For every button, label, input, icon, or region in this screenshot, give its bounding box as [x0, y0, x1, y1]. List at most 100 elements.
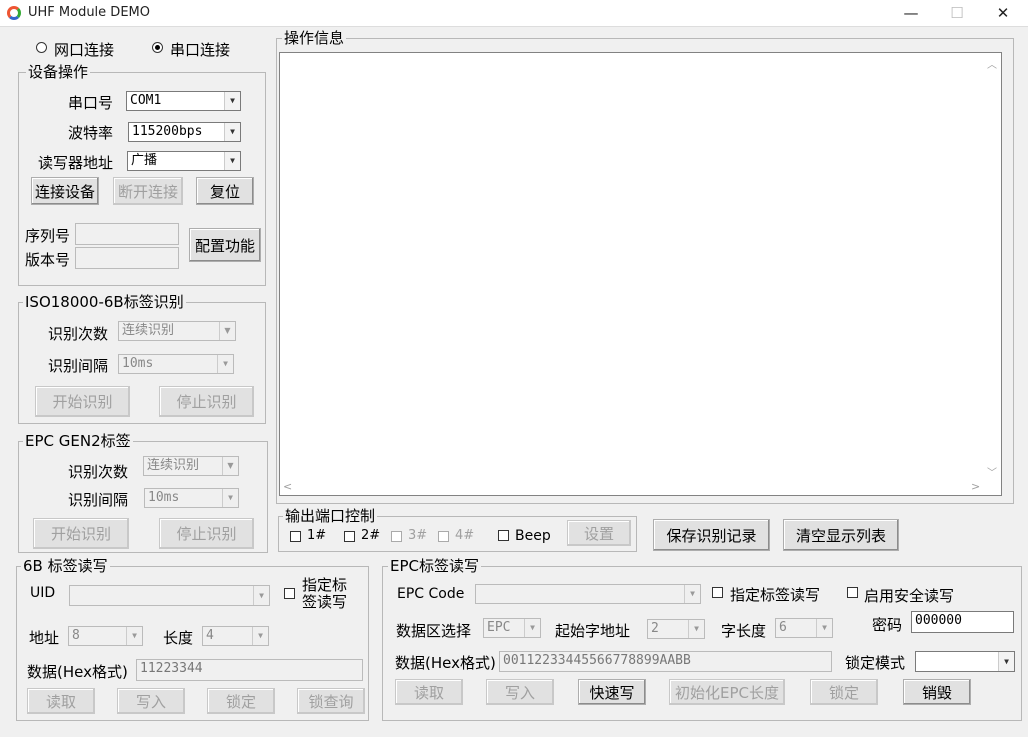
- epc-specify-label: 指定标签读写: [730, 586, 821, 604]
- app-logo-icon: [7, 6, 21, 20]
- epc-write-button[interactable]: 写入: [486, 679, 554, 705]
- chevron-down-icon: ▼: [524, 619, 540, 637]
- epc-read-button[interactable]: 读取: [395, 679, 463, 705]
- start-addr-label: 起始字地址: [555, 622, 631, 640]
- rw6b-lock-button[interactable]: 锁定: [207, 688, 275, 714]
- connect-button[interactable]: 连接设备: [31, 177, 99, 205]
- password-field[interactable]: 000000: [911, 611, 1014, 633]
- scroll-down-icon[interactable]: ﹀: [987, 464, 997, 479]
- word-len-label: 字长度: [721, 622, 767, 640]
- word-len-select[interactable]: 6 ▼: [775, 618, 833, 638]
- start-addr-value: 2: [651, 621, 659, 636]
- output-group-label: 输出端口控制: [283, 507, 378, 525]
- gen2-count-label: 识别次数: [68, 463, 129, 481]
- port1-checkbox[interactable]: [290, 531, 301, 542]
- epc-code-select[interactable]: ▼: [475, 584, 701, 604]
- beep-checkbox[interactable]: [498, 530, 509, 541]
- network-radio[interactable]: [36, 42, 47, 53]
- rw6b-read-button[interactable]: 读取: [27, 688, 95, 714]
- port4-checkbox[interactable]: [438, 531, 449, 542]
- word-len-value: 6: [779, 620, 787, 635]
- secure-rw-checkbox[interactable]: [847, 587, 858, 598]
- log-vertical-scrollbar[interactable]: [984, 53, 1001, 480]
- gen2-count-select[interactable]: 连续识别 ▼: [143, 456, 239, 476]
- epc-specify-checkbox[interactable]: [712, 587, 723, 598]
- rw6b-data-label: 数据(Hex格式): [27, 663, 128, 681]
- rw6b-len-label: 长度: [163, 629, 194, 647]
- secure-rw-label: 启用安全读写: [864, 587, 955, 605]
- iso6b-stop-button[interactable]: 停止识别: [159, 386, 254, 417]
- baud-select[interactable]: 115200bps ▼: [128, 122, 241, 142]
- addr-select[interactable]: 广播 ▼: [127, 151, 241, 171]
- uid-label: UID: [30, 585, 56, 601]
- serial-radio[interactable]: [152, 42, 163, 53]
- kill-button[interactable]: 销毁: [903, 679, 971, 705]
- scroll-up-icon[interactable]: ︿: [987, 56, 997, 71]
- rw6b-specify-checkbox[interactable]: [284, 588, 295, 599]
- chevron-down-icon: ▼: [253, 586, 269, 605]
- addr-value: 广播: [131, 153, 158, 168]
- window-title: UHF Module DEMO: [28, 5, 150, 20]
- port-select[interactable]: COM1 ▼: [126, 91, 241, 111]
- iso6b-group-label: ISO18000-6B标签识别: [23, 293, 186, 311]
- rw6b-lock-query-button[interactable]: 锁查询: [297, 688, 365, 714]
- clear-list-button[interactable]: 清空显示列表: [783, 519, 899, 551]
- iso6b-interval-label: 识别间隔: [48, 357, 109, 375]
- epc-group-label: EPC标签读写: [388, 557, 481, 575]
- rw6b-write-button[interactable]: 写入: [117, 688, 185, 714]
- maximize-button[interactable]: ☐: [934, 0, 980, 27]
- fast-write-button[interactable]: 快速写: [578, 679, 646, 705]
- close-button[interactable]: ✕: [980, 0, 1026, 27]
- epc-code-label: EPC Code: [397, 586, 465, 602]
- iso6b-count-value: 连续识别: [122, 323, 175, 338]
- iso6b-interval-value: 10ms: [122, 356, 154, 371]
- epc-lock-button[interactable]: 锁定: [810, 679, 878, 705]
- port3-checkbox[interactable]: [391, 531, 402, 542]
- log-group-label: 操作信息: [282, 29, 347, 47]
- config-button[interactable]: 配置功能: [189, 228, 261, 262]
- area-value: EPC: [487, 620, 511, 635]
- scroll-left-icon[interactable]: <: [283, 480, 292, 493]
- log-list[interactable]: [279, 52, 1002, 496]
- rw6b-len-select[interactable]: 4 ▼: [202, 626, 269, 646]
- network-radio-label: 网口连接: [54, 41, 115, 59]
- init-epc-length-button[interactable]: 初始化EPC长度: [669, 679, 785, 705]
- epc-data-field[interactable]: 00112233445566778899AABB: [499, 651, 832, 672]
- iso6b-count-label: 识别次数: [48, 325, 109, 343]
- area-label: 数据区选择: [396, 622, 472, 640]
- chevron-down-icon: ▼: [224, 152, 240, 170]
- iso6b-interval-select[interactable]: 10ms ▼: [118, 354, 234, 374]
- addr-label: 读写器地址: [38, 154, 114, 172]
- gen2-interval-label: 识别间隔: [68, 491, 129, 509]
- baud-value: 115200bps: [132, 124, 203, 139]
- gen2-start-button[interactable]: 开始识别: [33, 518, 129, 549]
- port2-checkbox[interactable]: [344, 531, 355, 542]
- port3-label: 3#: [408, 528, 428, 543]
- rw6b-len-value: 4: [206, 628, 214, 643]
- chevron-down-icon: ▼: [224, 123, 240, 141]
- disconnect-button[interactable]: 断开连接: [113, 177, 183, 205]
- area-select[interactable]: EPC ▼: [483, 618, 541, 638]
- iso6b-start-button[interactable]: 开始识别: [35, 386, 130, 417]
- title-bar: [0, 0, 1028, 27]
- rw6b-addr-value: 8: [72, 628, 80, 643]
- minimize-button[interactable]: —: [888, 0, 934, 27]
- scroll-right-icon[interactable]: >: [971, 480, 980, 493]
- uid-select[interactable]: ▼: [69, 585, 270, 606]
- device-group-label: 设备操作: [26, 63, 91, 81]
- iso6b-count-select[interactable]: 连续识别 ▼: [118, 321, 236, 341]
- gen2-interval-select[interactable]: 10ms ▼: [144, 488, 239, 508]
- rw6b-addr-select[interactable]: 8 ▼: [68, 626, 143, 646]
- lock-mode-select[interactable]: ▼: [915, 651, 1015, 672]
- chevron-down-icon: ▼: [126, 627, 142, 645]
- chevron-down-icon: ▼: [252, 627, 268, 645]
- lock-mode-label: 锁定模式: [845, 654, 906, 672]
- reset-button[interactable]: 复位: [196, 177, 254, 205]
- rw6b-data-field[interactable]: 11223344: [136, 659, 363, 681]
- start-addr-select[interactable]: 2 ▼: [647, 619, 705, 639]
- rw6b-specify-line1: 指定标: [302, 576, 348, 594]
- chevron-down-icon: ▼: [684, 585, 700, 603]
- gen2-stop-button[interactable]: 停止识别: [159, 518, 254, 549]
- save-records-button[interactable]: 保存识别记录: [653, 519, 770, 551]
- output-set-button[interactable]: 设置: [567, 520, 631, 546]
